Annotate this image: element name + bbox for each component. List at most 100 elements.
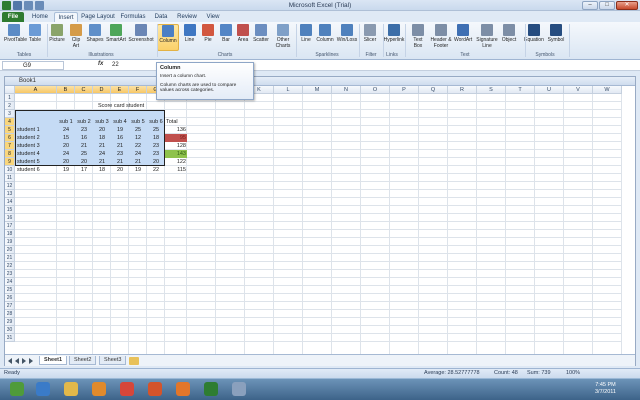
select-all-corner[interactable] xyxy=(5,86,15,94)
row-header-27[interactable]: 27 xyxy=(5,302,15,310)
sheet-nav-first-button[interactable] xyxy=(8,358,12,364)
score-cell[interactable]: 24 xyxy=(57,126,75,134)
student-name-cell[interactable]: student 4 xyxy=(15,150,57,158)
score-cell[interactable]: 21 xyxy=(111,142,129,150)
score-cell[interactable]: 21 xyxy=(129,158,147,166)
row-header-12[interactable]: 12 xyxy=(5,182,15,190)
score-cell[interactable]: 23 xyxy=(147,142,165,150)
row-header-24[interactable]: 24 xyxy=(5,278,15,286)
sheet-tab-sheet1[interactable]: Sheet1 xyxy=(39,356,68,365)
sheet-title-cell[interactable]: Score card student xyxy=(97,102,177,110)
score-cell[interactable]: 23 xyxy=(111,150,129,158)
column-header-t[interactable]: T xyxy=(506,86,535,94)
score-cell[interactable]: 20 xyxy=(147,158,165,166)
zoom-level[interactable]: 100% xyxy=(566,369,580,378)
column-header-r[interactable]: R xyxy=(448,86,477,94)
row-header-16[interactable]: 16 xyxy=(5,214,15,222)
score-cell[interactable]: 24 xyxy=(93,150,111,158)
score-cell[interactable]: 21 xyxy=(75,142,93,150)
row-header-28[interactable]: 28 xyxy=(5,310,15,318)
score-cell[interactable]: 22 xyxy=(147,166,165,174)
insert-sheet-icon[interactable] xyxy=(129,357,139,365)
row-header-1[interactable]: 1 xyxy=(5,94,15,102)
sheet-nav-prev-button[interactable] xyxy=(15,358,19,364)
score-cell[interactable]: 18 xyxy=(93,134,111,142)
row-header-17[interactable]: 17 xyxy=(5,222,15,230)
row-header-8[interactable]: 8 xyxy=(5,150,15,158)
ribbon-button-other-charts[interactable]: Other Charts xyxy=(272,24,294,51)
row-header-23[interactable]: 23 xyxy=(5,270,15,278)
ribbon-button-equation[interactable]: Equation xyxy=(524,24,544,51)
row-header-2[interactable]: 2 xyxy=(5,102,15,110)
tab-view[interactable]: View xyxy=(202,12,224,22)
score-cell[interactable]: 18 xyxy=(93,166,111,174)
close-button[interactable]: ✕ xyxy=(616,1,638,10)
ribbon-button-clipart[interactable]: Clip Art xyxy=(68,24,84,51)
ribbon-button-table[interactable]: Table xyxy=(26,24,44,51)
column-header-o[interactable]: O xyxy=(361,86,390,94)
ribbon-button-slicer[interactable]: Slicer xyxy=(362,24,378,51)
column-header-w[interactable]: W xyxy=(593,86,622,94)
ribbon-button-sparkline-winloss[interactable]: Win/Loss xyxy=(336,24,358,51)
ribbon-button-smartart[interactable]: SmartArt xyxy=(106,24,126,51)
powerpoint-icon[interactable] xyxy=(148,382,162,396)
column-header-d[interactable]: D xyxy=(93,86,111,94)
column-header-q[interactable]: Q xyxy=(419,86,448,94)
score-cell[interactable]: 24 xyxy=(129,150,147,158)
row-header-15[interactable]: 15 xyxy=(5,206,15,214)
ribbon-button-bar-chart[interactable]: Bar xyxy=(218,24,234,51)
student-name-cell[interactable]: student 5 xyxy=(15,158,57,166)
ribbon-button-sparkline-line[interactable]: Line xyxy=(298,24,314,51)
score-cell[interactable]: 16 xyxy=(75,134,93,142)
tab-data[interactable]: Data xyxy=(150,12,172,22)
student-name-cell[interactable]: student 6 xyxy=(15,166,57,174)
row-header-9[interactable]: 9 xyxy=(5,158,15,166)
column-header-b[interactable]: B xyxy=(57,86,75,94)
score-cell[interactable]: 25 xyxy=(147,126,165,134)
total-cell[interactable]: 122 xyxy=(165,158,187,166)
header-cell[interactable]: sub 4 xyxy=(111,118,129,126)
score-cell[interactable]: 21 xyxy=(111,158,129,166)
header-cell[interactable]: sub 5 xyxy=(129,118,147,126)
column-header-a[interactable]: A xyxy=(15,86,57,94)
score-cell[interactable]: 19 xyxy=(57,166,75,174)
tab-page-layout[interactable]: Page Layout xyxy=(80,12,116,22)
header-cell[interactable]: Total xyxy=(165,118,187,126)
column-header-u[interactable]: U xyxy=(535,86,564,94)
sheet-tab-sheet2[interactable]: Sheet2 xyxy=(69,356,97,365)
total-cell[interactable]: 128 xyxy=(165,142,187,150)
column-header-l[interactable]: L xyxy=(274,86,303,94)
row-header-14[interactable]: 14 xyxy=(5,198,15,206)
row-header-21[interactable]: 21 xyxy=(5,254,15,262)
worksheet-grid[interactable]: ABCDEFGHIJKLMNOPQRSTUVW12345678910111213… xyxy=(5,86,635,354)
score-cell[interactable]: 17 xyxy=(75,166,93,174)
tab-file[interactable]: File xyxy=(2,12,24,22)
row-header-29[interactable]: 29 xyxy=(5,318,15,326)
explorer-folder-icon[interactable] xyxy=(64,382,78,396)
excel-icon[interactable] xyxy=(204,382,218,396)
row-header-3[interactable]: 3 xyxy=(5,110,15,118)
ribbon-button-scatter-chart[interactable]: Scatter xyxy=(252,24,270,51)
score-cell[interactable]: 25 xyxy=(129,126,147,134)
column-header-m[interactable]: M xyxy=(303,86,332,94)
ribbon-button-pivottable[interactable]: PivotTable xyxy=(4,24,27,51)
sheet-nav-next-button[interactable] xyxy=(22,358,26,364)
ribbon-button-textbox[interactable]: Text Box xyxy=(410,24,426,51)
minimize-button[interactable]: – xyxy=(582,1,598,10)
internet-explorer-icon[interactable] xyxy=(36,382,50,396)
score-cell[interactable]: 21 xyxy=(93,142,111,150)
tab-review[interactable]: Review xyxy=(174,12,200,22)
score-cell[interactable]: 24 xyxy=(57,150,75,158)
row-header-22[interactable]: 22 xyxy=(5,262,15,270)
student-name-cell[interactable]: student 1 xyxy=(15,126,57,134)
ribbon-button-symbol[interactable]: Symbol xyxy=(546,24,566,51)
ribbon-button-screenshot[interactable]: Screenshot xyxy=(128,24,154,51)
header-cell[interactable]: sub 6 xyxy=(147,118,165,126)
header-cell[interactable]: sub 2 xyxy=(75,118,93,126)
row-header-18[interactable]: 18 xyxy=(5,230,15,238)
column-header-v[interactable]: V xyxy=(564,86,593,94)
column-header-n[interactable]: N xyxy=(332,86,361,94)
score-cell[interactable]: 20 xyxy=(75,158,93,166)
insert-function-icon[interactable]: fx xyxy=(98,61,103,67)
header-cell[interactable]: sub 1 xyxy=(57,118,75,126)
